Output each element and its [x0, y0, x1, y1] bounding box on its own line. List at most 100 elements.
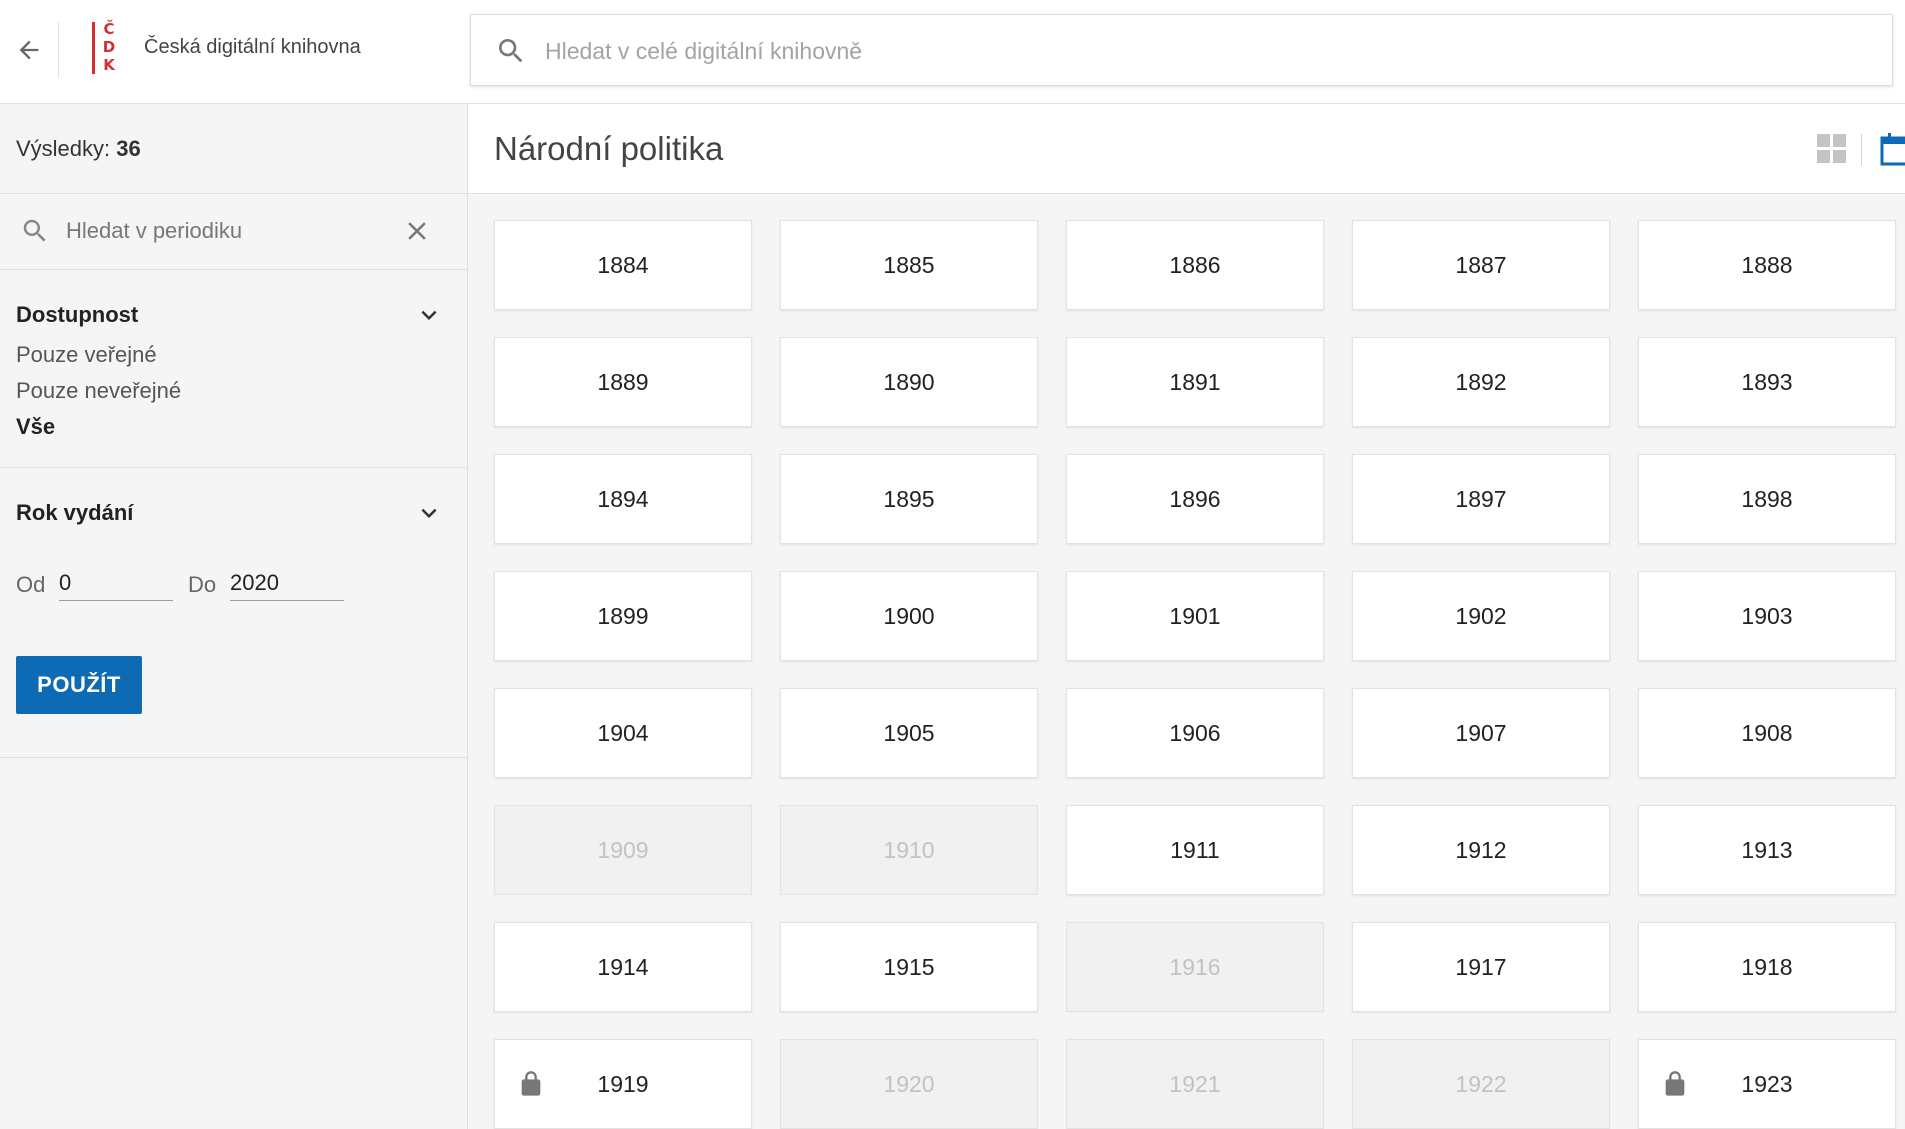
year-cell[interactable]: 1892 [1352, 337, 1610, 427]
chevron-down-icon[interactable] [414, 498, 444, 528]
year-label: 1917 [1455, 953, 1507, 980]
lock-icon [521, 1071, 541, 1096]
year-cell[interactable]: 1904 [494, 688, 752, 778]
year-cell: 1921 [1066, 1039, 1324, 1129]
year-cell[interactable]: 1908 [1638, 688, 1896, 778]
year-label: 1907 [1455, 719, 1507, 746]
year-label: 1888 [1741, 251, 1793, 278]
year-cell[interactable]: 1915 [780, 922, 1038, 1012]
app-window: Č D K Česká digitální knihovna Výsledky:… [0, 0, 1905, 1129]
year-cell[interactable]: 1899 [494, 571, 752, 661]
year-label: 1885 [883, 251, 935, 278]
year-cell[interactable]: 1886 [1066, 220, 1324, 310]
year-cell[interactable]: 1884 [494, 220, 752, 310]
year-label: 1902 [1455, 602, 1507, 629]
year-filter: Rok vydání Od Do POUŽÍT [0, 468, 467, 758]
year-cell[interactable]: 1893 [1638, 337, 1896, 427]
year-label: 1921 [1169, 1070, 1221, 1097]
year-cell[interactable]: 1897 [1352, 454, 1610, 544]
year-label: 1884 [597, 251, 649, 278]
global-search-input[interactable] [543, 29, 1847, 73]
app-title[interactable]: Česká digitální knihovna [144, 36, 361, 59]
grid-view-icon[interactable] [1817, 134, 1847, 164]
year-label: 1905 [883, 719, 935, 746]
year-from-input[interactable] [59, 566, 173, 601]
availability-option-private[interactable]: Pouze neveřejné [16, 378, 181, 404]
year-cell[interactable]: 1905 [780, 688, 1038, 778]
year-label: 1913 [1741, 836, 1793, 863]
results-label: Výsledky: [16, 136, 111, 161]
year-label: 1906 [1169, 719, 1221, 746]
year-cell[interactable]: 1894 [494, 454, 752, 544]
year-cell[interactable]: 1898 [1638, 454, 1896, 544]
year-label: 1897 [1455, 485, 1507, 512]
close-icon[interactable] [402, 216, 432, 246]
year-cell[interactable]: 1919 [494, 1039, 752, 1129]
year-title[interactable]: Rok vydání [16, 500, 133, 526]
view-divider [1861, 134, 1862, 166]
year-grid: 1884 1885 1886 1887 1888 1889 1890 1891 1892 1893… [494, 220, 1905, 1129]
logo-letter-c: Č [103, 20, 115, 38]
year-cell[interactable]: 1900 [780, 571, 1038, 661]
search-icon [23, 219, 46, 242]
year-label: 1891 [1169, 368, 1221, 395]
calendar-view-icon[interactable] [1880, 132, 1905, 166]
main-content: Národní politika 1884 1885 1886 1887 1888 188… [468, 104, 1905, 1129]
year-cell[interactable]: 1891 [1066, 337, 1324, 427]
year-cell: 1916 [1066, 922, 1324, 1012]
year-cell[interactable]: 1888 [1638, 220, 1896, 310]
year-cell[interactable]: 1903 [1638, 571, 1896, 661]
year-cell[interactable]: 1923 [1638, 1039, 1896, 1129]
year-label: 1889 [597, 368, 649, 395]
year-label: 1914 [597, 953, 649, 980]
year-cell[interactable]: 1907 [1352, 688, 1610, 778]
year-cell[interactable]: 1896 [1066, 454, 1324, 544]
apply-button[interactable]: POUŽÍT [16, 656, 142, 714]
chevron-down-icon[interactable] [414, 300, 444, 330]
year-cell[interactable]: 1902 [1352, 571, 1610, 661]
year-cell[interactable]: 1901 [1066, 571, 1324, 661]
year-cell: 1920 [780, 1039, 1038, 1129]
year-to-input[interactable] [230, 566, 344, 601]
year-cell[interactable]: 1885 [780, 220, 1038, 310]
year-cell[interactable]: 1895 [780, 454, 1038, 544]
periodical-search-input[interactable] [64, 210, 388, 252]
results-summary: Výsledky: 36 [16, 136, 141, 162]
global-search-box [470, 14, 1893, 86]
year-label: 1886 [1169, 251, 1221, 278]
logo-bar [92, 22, 95, 74]
year-cell[interactable]: 1914 [494, 922, 752, 1012]
year-cell[interactable]: 1911 [1066, 805, 1324, 895]
year-label: 1923 [1741, 1070, 1793, 1097]
availability-title[interactable]: Dostupnost [16, 302, 138, 328]
year-cell[interactable]: 1913 [1638, 805, 1896, 895]
year-label: 1919 [597, 1070, 649, 1097]
availability-filter: Dostupnost Pouze veřejné Pouze neveřejné… [0, 270, 467, 468]
year-label: 1896 [1169, 485, 1221, 512]
year-label: 1890 [883, 368, 935, 395]
back-button[interactable] [0, 0, 58, 100]
header-divider [58, 22, 59, 78]
year-cell[interactable]: 1887 [1352, 220, 1610, 310]
year-cell[interactable]: 1912 [1352, 805, 1610, 895]
year-cell[interactable]: 1889 [494, 337, 752, 427]
year-label: 1899 [597, 602, 649, 629]
year-label: 1900 [883, 602, 935, 629]
year-to-label: Do [188, 572, 217, 597]
lock-icon [1665, 1071, 1685, 1096]
year-cell[interactable]: 1890 [780, 337, 1038, 427]
year-cell: 1910 [780, 805, 1038, 895]
year-label: 1909 [597, 836, 649, 863]
year-cell[interactable]: 1918 [1638, 922, 1896, 1012]
year-label: 1903 [1741, 602, 1793, 629]
results-count: 36 [116, 136, 141, 161]
year-label: 1916 [1169, 953, 1221, 980]
year-cell[interactable]: 1917 [1352, 922, 1610, 1012]
cdk-logo[interactable]: Č D K [90, 20, 120, 76]
year-cell[interactable]: 1906 [1066, 688, 1324, 778]
year-label: 1908 [1741, 719, 1793, 746]
availability-option-all[interactable]: Vše [16, 414, 55, 440]
availability-option-public[interactable]: Pouze veřejné [16, 342, 157, 368]
year-label: 1894 [597, 485, 649, 512]
year-label: 1898 [1741, 485, 1793, 512]
